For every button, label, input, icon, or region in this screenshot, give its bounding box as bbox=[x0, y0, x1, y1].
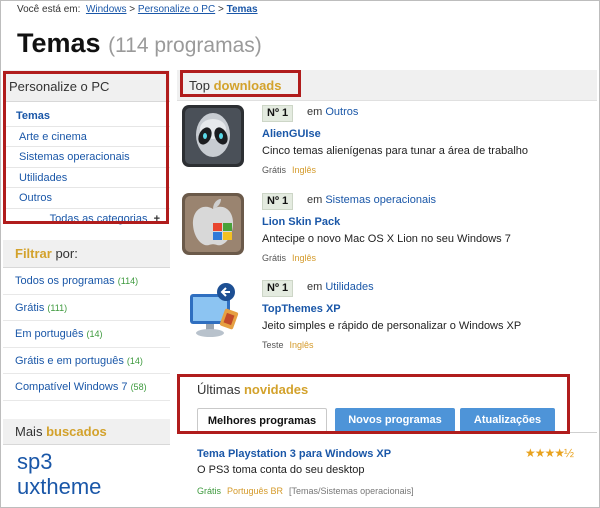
rank-badge: Nº 1 bbox=[262, 280, 294, 297]
program-meta: Grátis Inglês bbox=[262, 165, 316, 175]
language-label: Inglês bbox=[292, 165, 317, 175]
filter-item-gratis[interactable]: Grátis (111) bbox=[3, 295, 170, 321]
program-name-link[interactable]: TopThemes XP bbox=[262, 303, 341, 315]
filter-label: Grátis e em português bbox=[15, 354, 124, 367]
program-name-link[interactable]: Tema Playstation 3 para Windows XP bbox=[197, 448, 391, 460]
filter-item-gratis-e-em-portugues[interactable]: Grátis e em português (14) bbox=[3, 348, 170, 374]
breadcrumb-current[interactable]: Temas bbox=[227, 4, 258, 15]
license-label: Grátis bbox=[262, 253, 287, 263]
breadcrumb-separator: > bbox=[217, 4, 224, 15]
filter-title: Filtrar por: bbox=[3, 240, 170, 268]
alien-icon[interactable] bbox=[182, 105, 244, 167]
program-description: Cinco temas alienígenas para tunar a áre… bbox=[262, 145, 529, 157]
language-label: Português BR bbox=[227, 486, 284, 496]
breadcrumb-link-windows[interactable]: Windows bbox=[86, 4, 127, 15]
program-meta: Grátis Português BR [Temas/Sistemas operac… bbox=[197, 486, 414, 496]
program-name-link[interactable]: Lion Skin Pack bbox=[262, 216, 340, 228]
page-title-text: Temas bbox=[17, 28, 101, 58]
page-title: Temas (114 programas) bbox=[17, 28, 262, 59]
category-link[interactable]: Utilidades bbox=[325, 281, 373, 293]
most-searched-title-plain: Mais bbox=[15, 424, 47, 439]
license-label: Grátis bbox=[197, 486, 222, 496]
download-item: Nº 1 em Outros AlienGUIse Cinco temas al… bbox=[177, 105, 597, 179]
program-count: (114 programas) bbox=[108, 34, 262, 57]
filter-label: Em português bbox=[15, 328, 84, 340]
download-item: Nº 1 em Utilidades TopThemes XP Jeito si… bbox=[177, 280, 597, 354]
language-label: Inglês bbox=[289, 340, 314, 350]
category-link[interactable]: Sistemas operacionais bbox=[325, 194, 436, 206]
breadcrumb: Você está em: Windows > Personalize o PC… bbox=[17, 4, 258, 15]
breadcrumb-prefix: Você está em: bbox=[17, 4, 81, 15]
filter-title-accent: Filtrar bbox=[15, 246, 52, 261]
most-searched-panel: Mais buscados sp3 uxtheme bbox=[3, 419, 170, 499]
program-description: O PS3 toma conta do seu desktop bbox=[197, 464, 365, 476]
rank-category: em Outros bbox=[307, 106, 358, 118]
program-description: Antecipe o novo Mac OS X Lion no seu Win… bbox=[262, 233, 511, 245]
filter-count: (14) bbox=[126, 355, 143, 366]
language-label: Inglês bbox=[292, 253, 317, 263]
filter-title-rest: por: bbox=[51, 246, 78, 261]
highlight-box-latest-news bbox=[177, 374, 570, 434]
license-label: Teste bbox=[262, 340, 284, 350]
program-meta: Teste Inglês bbox=[262, 340, 314, 350]
filter-item-em-portugues[interactable]: Em português (14) bbox=[3, 321, 170, 348]
rank-badge: Nº 1 bbox=[262, 193, 294, 210]
filter-label: Compatível Windows 7 bbox=[15, 381, 128, 393]
filter-count: (14) bbox=[86, 329, 103, 339]
rank-em: em bbox=[307, 281, 323, 293]
filter-count: (58) bbox=[130, 382, 147, 392]
download-item: Nº 1 em Sistemas operacionais Lion Skin … bbox=[177, 193, 597, 267]
filter-item-compativel-windows-7[interactable]: Compatível Windows 7 (58) bbox=[3, 374, 170, 401]
apple-windows-icon[interactable] bbox=[182, 193, 244, 255]
breadcrumb-separator: > bbox=[129, 4, 136, 15]
filter-label: Todos os programas bbox=[15, 275, 115, 287]
program-description: Jeito simples e rápido de personalizar o… bbox=[262, 320, 522, 332]
search-term-link[interactable]: sp3 bbox=[3, 449, 170, 474]
most-searched-title-accent: buscados bbox=[46, 424, 107, 439]
category-link[interactable]: Outros bbox=[325, 106, 358, 118]
computer-paint-icon[interactable] bbox=[182, 280, 244, 342]
filter-count: (114) bbox=[117, 276, 139, 286]
rank-category: em Utilidades bbox=[307, 281, 374, 293]
filter-item-todos[interactable]: Todos os programas (114) bbox=[3, 268, 170, 295]
search-term-link[interactable]: uxtheme bbox=[3, 474, 170, 499]
category-path[interactable]: [Temas/Sistemas operacionais] bbox=[289, 486, 414, 496]
license-label: Grátis bbox=[262, 165, 287, 175]
program-meta: Grátis Inglês bbox=[262, 253, 316, 263]
breadcrumb-link-personalize[interactable]: Personalize o PC bbox=[138, 4, 215, 15]
rating-stars: ★★★★½ bbox=[525, 446, 574, 460]
filter-count: (111) bbox=[47, 302, 68, 313]
highlight-box-sidebar bbox=[3, 71, 169, 224]
most-searched-title: Mais buscados bbox=[3, 419, 170, 445]
filter-panel: Filtrar por: Todos os programas (114) Gr… bbox=[3, 240, 170, 401]
rank-category: em Sistemas operacionais bbox=[307, 194, 436, 206]
rank-em: em bbox=[307, 106, 323, 118]
highlight-box-top-downloads bbox=[180, 70, 301, 97]
program-name-link[interactable]: AlienGUIse bbox=[262, 128, 321, 140]
filter-label: Grátis bbox=[15, 301, 45, 314]
rank-em: em bbox=[307, 194, 323, 206]
rank-badge: Nº 1 bbox=[262, 105, 294, 122]
